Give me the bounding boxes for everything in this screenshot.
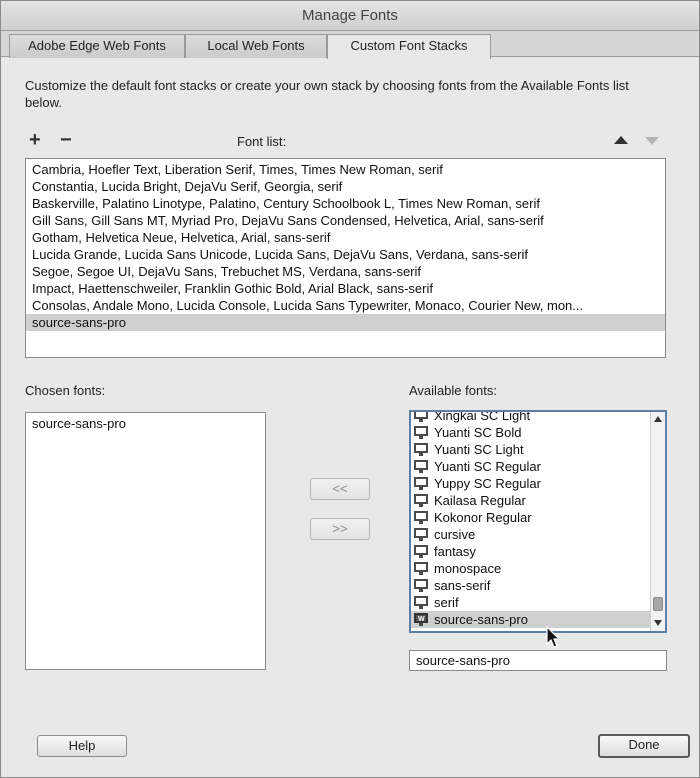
available-font-row[interactable]: Yuanti SC Regular xyxy=(411,458,651,475)
available-font-row[interactable]: Wsource-sans-pro xyxy=(411,611,651,628)
available-font-label: monospace xyxy=(434,561,502,576)
available-font-row[interactable]: Kokonor Regular xyxy=(411,509,651,526)
available-font-row[interactable]: Kailasa Regular xyxy=(411,492,651,509)
available-font-label: Kailasa Regular xyxy=(434,493,526,508)
system-font-icon xyxy=(414,511,428,524)
system-font-icon xyxy=(414,579,428,592)
system-font-icon xyxy=(414,412,428,422)
tab-custom-font-stacks[interactable]: Custom Font Stacks xyxy=(327,34,491,59)
available-font-label: fantasy xyxy=(434,544,476,559)
system-font-icon xyxy=(414,477,428,490)
font-list-label: Font list: xyxy=(237,134,287,149)
available-fonts-scrollbar[interactable] xyxy=(650,412,665,631)
remove-stack-button[interactable]: − xyxy=(60,130,72,150)
available-font-row[interactable]: fantasy xyxy=(411,543,651,560)
window-title: Manage Fonts xyxy=(1,1,699,31)
available-font-label: Kokonor Regular xyxy=(434,510,532,525)
available-font-label: sans-serif xyxy=(434,578,491,593)
available-font-label: Yuanti SC Bold xyxy=(434,425,522,440)
chosen-fonts-list[interactable]: source-sans-pro xyxy=(25,412,266,670)
system-font-icon xyxy=(414,460,428,473)
web-font-icon: W xyxy=(414,613,428,626)
available-font-label: cursive xyxy=(434,527,476,542)
system-font-icon xyxy=(414,562,428,575)
mouse-pointer-icon xyxy=(546,626,561,648)
help-button[interactable]: Help xyxy=(37,735,127,757)
font-stack-row[interactable]: Gill Sans, Gill Sans MT, Myriad Pro, Dej… xyxy=(26,212,665,229)
chosen-font-row[interactable]: source-sans-pro xyxy=(26,415,265,432)
tab-bar: Adobe Edge Web Fonts Local Web Fonts Cus… xyxy=(1,31,699,59)
available-font-label: Yuanti SC Regular xyxy=(434,459,541,474)
font-list[interactable]: Cambria, Hoefler Text, Liberation Serif,… xyxy=(25,158,666,358)
add-stack-button[interactable]: + xyxy=(29,130,41,150)
system-font-icon xyxy=(414,528,428,541)
system-font-icon xyxy=(414,596,428,609)
scroll-down-icon[interactable] xyxy=(654,620,662,626)
font-stack-row[interactable]: Constantia, Lucida Bright, DejaVu Serif,… xyxy=(26,178,665,195)
available-font-row[interactable]: Xingkai SC Light xyxy=(411,410,651,424)
available-font-row[interactable]: cursive xyxy=(411,526,651,543)
manage-fonts-dialog: Manage Fonts Adobe Edge Web Fonts Local … xyxy=(0,0,700,778)
tab-local-web-fonts[interactable]: Local Web Fonts xyxy=(185,34,327,58)
scroll-up-icon[interactable] xyxy=(654,416,662,422)
available-font-row[interactable]: Yuanti SC Light xyxy=(411,441,651,458)
font-stack-row[interactable]: Cambria, Hoefler Text, Liberation Serif,… xyxy=(26,161,665,178)
available-fonts-list[interactable]: Xingkai SC Light Yuanti SC Bold Yuanti SC … xyxy=(409,410,667,633)
font-stack-row[interactable]: Gotham, Helvetica Neue, Helvetica, Arial… xyxy=(26,229,665,246)
system-font-icon xyxy=(414,426,428,439)
instructions-text: Customize the default font stacks or cre… xyxy=(25,78,629,110)
move-up-icon[interactable] xyxy=(614,136,628,144)
available-font-label: Yuanti SC Light xyxy=(434,442,524,457)
font-stack-row[interactable]: Consolas, Andale Mono, Lucida Console, L… xyxy=(26,297,665,314)
available-font-row[interactable]: Yuppy SC Regular xyxy=(411,475,651,492)
font-stack-row[interactable]: Baskerville, Palatino Linotype, Palatino… xyxy=(26,195,665,212)
done-button[interactable]: Done xyxy=(598,734,690,758)
available-font-row[interactable]: Yuanti SC Bold xyxy=(411,424,651,441)
system-font-icon xyxy=(414,443,428,456)
add-font-button[interactable]: << xyxy=(310,478,370,500)
font-stack-row[interactable]: Lucida Grande, Lucida Sans Unicode, Luci… xyxy=(26,246,665,263)
move-down-icon xyxy=(645,137,659,145)
available-font-row[interactable]: sans-serif xyxy=(411,577,651,594)
available-font-row[interactable]: monospace xyxy=(411,560,651,577)
system-font-icon xyxy=(414,494,428,507)
available-font-label: Yuppy SC Regular xyxy=(434,476,541,491)
available-font-row[interactable]: serif xyxy=(411,594,651,611)
remove-font-button[interactable]: >> xyxy=(310,518,370,540)
system-font-icon xyxy=(414,545,428,558)
available-font-label: Xingkai SC Light xyxy=(434,410,531,423)
available-font-label: source-sans-pro xyxy=(434,612,528,627)
available-fonts-label: Available fonts: xyxy=(409,383,497,398)
font-stack-row[interactable]: source-sans-pro xyxy=(26,314,665,331)
chosen-fonts-label: Chosen fonts: xyxy=(25,383,106,398)
font-stack-row[interactable]: Segoe, Segoe UI, DejaVu Sans, Trebuchet … xyxy=(26,263,665,280)
scroll-thumb[interactable] xyxy=(653,597,663,611)
font-filter-input[interactable]: source-sans-pro xyxy=(409,650,667,671)
available-font-label: serif xyxy=(434,595,459,610)
font-stack-row[interactable]: Impact, Haettenschweiler, Franklin Gothi… xyxy=(26,280,665,297)
tab-adobe-edge-web-fonts[interactable]: Adobe Edge Web Fonts xyxy=(9,34,185,58)
